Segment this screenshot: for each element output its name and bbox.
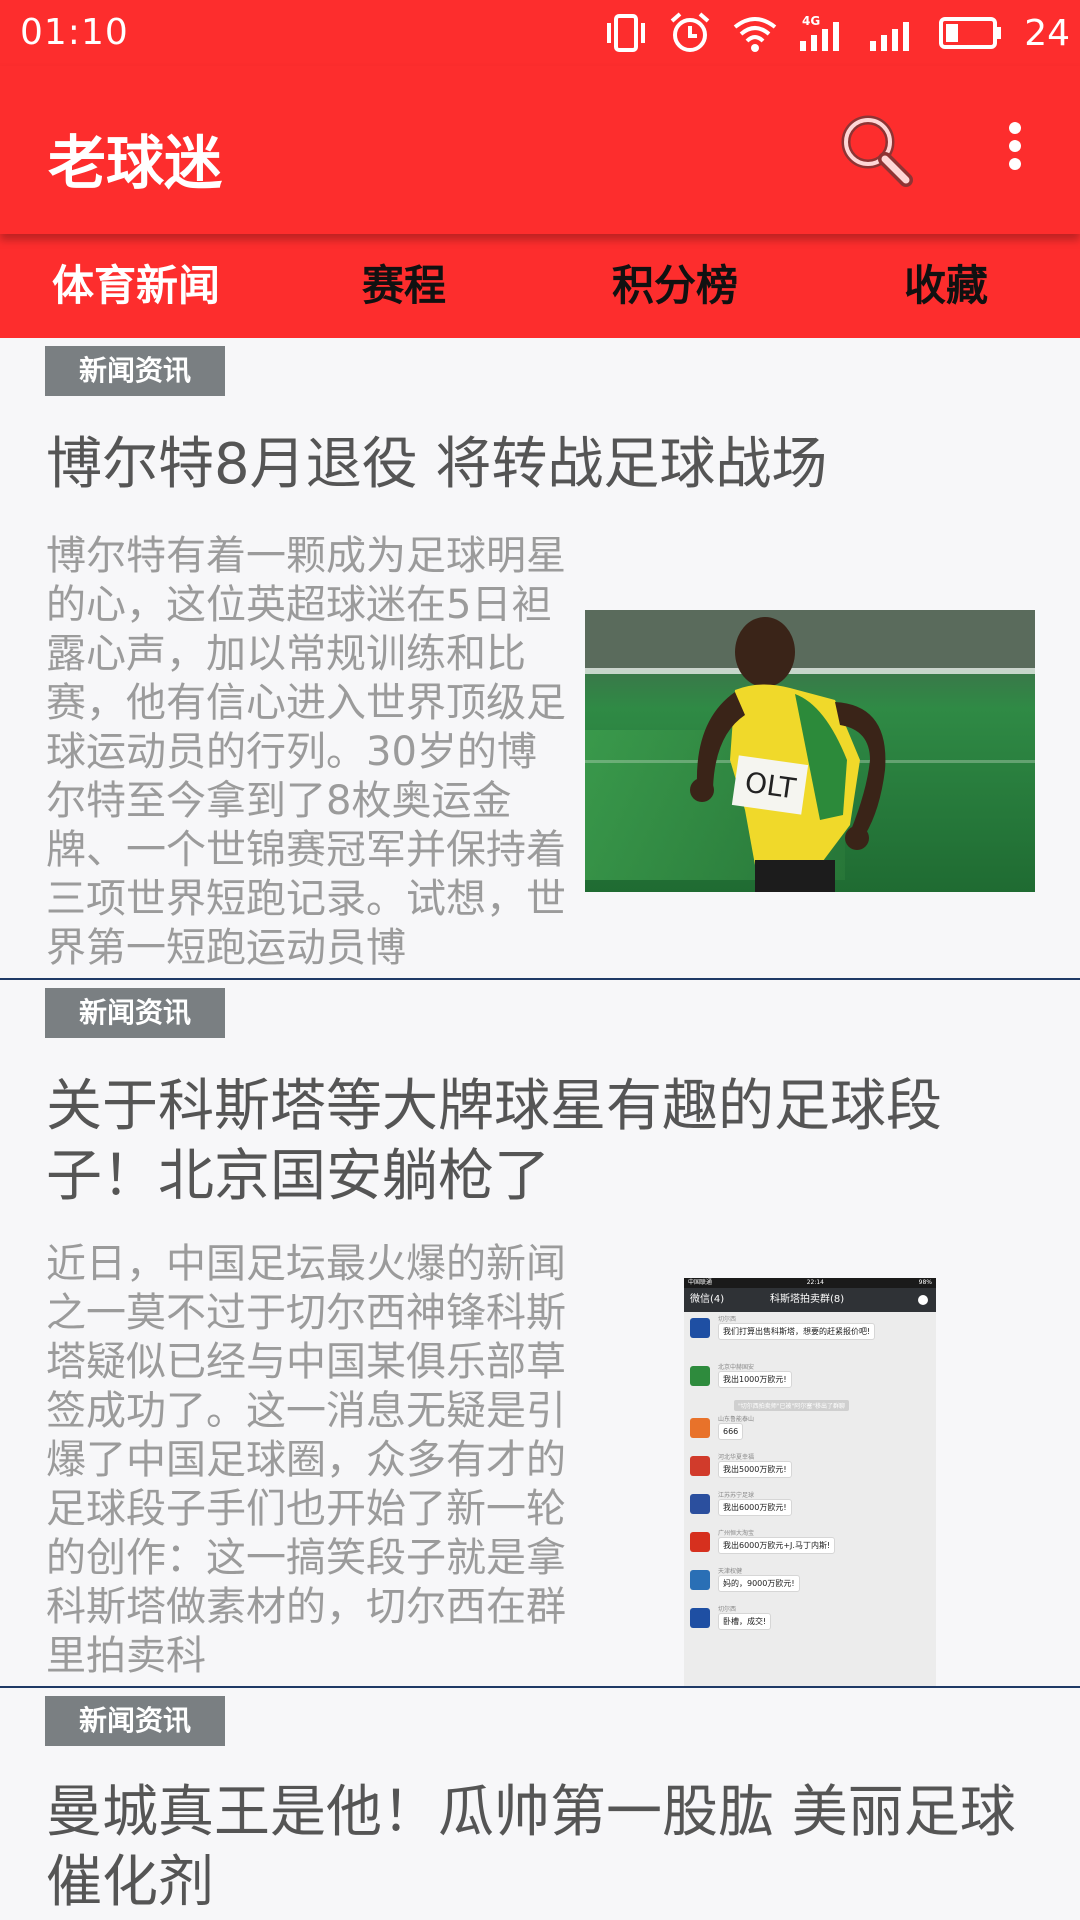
chat-screenshot: 中国联通 22:14 98% 微信(4) 科斯塔拍卖群(8) 切尔西 我们打算出售…	[684, 1278, 936, 1686]
news-title[interactable]: 博尔特8月退役 将转战足球战场	[46, 430, 1040, 500]
chat-bubble: 妈的，9000万欧元!	[718, 1575, 800, 1592]
chat-sender: 天津权健	[718, 1568, 743, 1575]
battery-icon	[939, 17, 1002, 49]
status-bar: 01:10 4G 24	[0, 0, 1080, 66]
club-crest-icon	[690, 1494, 710, 1514]
chat-message: 河北华夏幸福 我出5000万欧元!	[688, 1452, 928, 1488]
tab-sports-news[interactable]: 体育新闻	[52, 234, 220, 338]
club-crest-icon	[690, 1318, 710, 1338]
news-title[interactable]: 曼城真王是他！瓜帅第一股肱 美丽足球催化剂	[46, 1778, 1040, 1918]
app-bar: 老球迷	[0, 66, 1080, 234]
chat-message: 广州恒大淘宝 我出6000万欧元+J.马丁内斯!	[688, 1528, 928, 1564]
club-crest-icon	[690, 1570, 710, 1590]
news-summary: 博尔特有着一颗成为足球明星的心，这位英超球迷在5日袒露心声，加以常规训练和比赛，…	[46, 533, 566, 971]
signal-4g-icon: 4G	[800, 14, 840, 51]
chat-message: 天津权健 妈的，9000万欧元!	[688, 1566, 928, 1602]
news-thumbnail[interactable]: 中国联通 22:14 98% 微信(4) 科斯塔拍卖群(8) 切尔西 我们打算出售…	[684, 1278, 936, 1686]
tab-schedule[interactable]: 赛程	[362, 234, 446, 338]
chat-sender: 切尔西	[718, 1316, 737, 1323]
news-title[interactable]: 关于科斯塔等大牌球星有趣的足球段子！北京国安躺枪了	[46, 1072, 1040, 1212]
chat-message: 山东鲁能泰山 666	[688, 1414, 928, 1450]
club-crest-icon	[690, 1366, 710, 1386]
chat-sender: 切尔西	[718, 1606, 737, 1613]
sprinter-photo: OLT	[585, 610, 1035, 892]
chat-message-list: 切尔西 我们打算出售科斯塔，想要的赶紧报价吧! 北京中赫国安 我出1000万欧元! "切…	[684, 1314, 936, 1686]
more-dot-icon	[1009, 158, 1021, 170]
chat-sender: 山东鲁能泰山	[718, 1416, 755, 1423]
chat-members-icon	[918, 1295, 928, 1305]
club-crest-icon	[690, 1532, 710, 1552]
chat-sender: 北京中赫国安	[718, 1364, 755, 1371]
chat-status-time: 22:14	[806, 1279, 824, 1286]
chat-message: 江苏苏宁足球 我出6000万欧元!	[688, 1490, 928, 1526]
chat-bubble: 我出1000万欧元!	[718, 1371, 792, 1388]
more-dot-icon	[1009, 122, 1021, 134]
more-options-button[interactable]	[1000, 116, 1030, 196]
search-button[interactable]	[836, 110, 916, 190]
app-title: 老球迷	[48, 129, 223, 197]
news-feed[interactable]: 新闻资讯 博尔特8月退役 将转战足球战场 博尔特有着一颗成为足球明星的心，这位英…	[0, 338, 1080, 1920]
chat-bubble: 卧槽，成交!	[718, 1613, 772, 1630]
club-crest-icon	[690, 1608, 710, 1628]
chat-bubble: 666	[718, 1423, 744, 1440]
chat-sender: 广州恒大淘宝	[718, 1530, 755, 1537]
club-crest-icon	[690, 1418, 710, 1438]
status-icons: 4G 24	[604, 8, 1080, 58]
chat-message: 切尔西 卧槽，成交!	[688, 1604, 928, 1640]
chat-message: 切尔西 我们打算出售科斯塔，想要的赶紧报价吧!	[688, 1314, 928, 1350]
alarm-icon	[670, 12, 710, 52]
category-tag: 新闻资讯	[45, 1696, 225, 1746]
club-crest-icon	[690, 1456, 710, 1476]
tab-bar: 体育新闻 赛程 积分榜 收藏	[0, 234, 1080, 338]
chat-bubble: 我们打算出售科斯塔，想要的赶紧报价吧!	[718, 1323, 876, 1340]
wifi-icon	[733, 17, 777, 52]
tab-standings[interactable]: 积分榜	[612, 234, 738, 338]
status-time: 01:10	[20, 12, 129, 53]
chat-sender: 河北华夏幸福	[718, 1454, 755, 1461]
vibrate-icon	[607, 14, 646, 52]
tab-favorites[interactable]: 收藏	[904, 234, 988, 338]
news-thumbnail[interactable]: OLT	[585, 610, 1035, 892]
search-icon	[841, 115, 913, 187]
network-type: 4G	[802, 14, 820, 28]
news-card[interactable]: 新闻资讯 博尔特8月退役 将转战足球战场 博尔特有着一颗成为足球明星的心，这位英…	[0, 338, 1080, 980]
category-tag: 新闻资讯	[45, 346, 225, 396]
chat-back: 微信(4)	[690, 1294, 725, 1305]
chat-bubble: 我出5000万欧元!	[718, 1461, 792, 1478]
signal-icon	[870, 22, 910, 51]
news-card[interactable]: 新闻资讯 关于科斯塔等大牌球星有趣的足球段子！北京国安躺枪了 近日，中国足坛最火…	[0, 980, 1080, 1688]
more-dot-icon	[1009, 140, 1021, 152]
chat-system-notice: "切尔西拍卖师"已被"阿尔塞"移出了群聊	[734, 1400, 850, 1411]
chat-status-battery: 98%	[918, 1279, 932, 1286]
chat-message: 北京中赫国安 我出1000万欧元!	[688, 1362, 928, 1398]
chat-bubble: 我出6000万欧元+J.马丁内斯!	[718, 1537, 836, 1554]
chat-bubble: 我出6000万欧元!	[718, 1499, 792, 1516]
battery-level: 24	[1024, 12, 1070, 54]
category-tag: 新闻资讯	[45, 988, 225, 1038]
chat-sender: 江苏苏宁足球	[718, 1492, 755, 1499]
chat-title: 科斯塔拍卖群(8)	[770, 1294, 845, 1305]
news-summary: 近日，中国足坛最火爆的新闻之一莫不过于切尔西神锋科斯塔疑似已经与中国某俱乐部草签…	[46, 1241, 566, 1679]
chat-status-carrier: 中国联通	[688, 1279, 713, 1286]
news-card[interactable]: 新闻资讯 曼城真王是他！瓜帅第一股肱 美丽足球催化剂	[0, 1688, 1080, 1920]
